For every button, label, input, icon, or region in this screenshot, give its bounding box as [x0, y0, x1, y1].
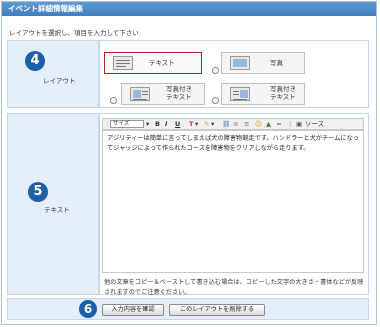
layout-option-photo-text-2[interactable]: 写真付き テキスト: [221, 83, 305, 105]
paste-warning-note: 他の文章をコピー＆ペーストして書き込む場合は、コピーした文字の大きさ・書体などが…: [104, 279, 364, 296]
smiley-icon[interactable]: ☺: [255, 120, 262, 129]
layout-label: レイアウト: [43, 77, 76, 85]
editor-toolbar: ⋮ サイズ ▾ B I U T ▾ ✎ ▾ ⛓ ⊘ ≡ ☺ ▲ ═ | ▣ ソー…: [102, 118, 364, 130]
editor-content[interactable]: アジリティーは簡単に言ってしまえば犬の障害物競走です。ハンドラーと犬がチームにな…: [107, 134, 359, 154]
panel-title: イベント詳細情報編集: [2, 2, 376, 16]
toolbar-separator: |: [289, 120, 292, 128]
highlight-color-icon[interactable]: ✎: [204, 120, 209, 129]
bold-button[interactable]: B: [155, 120, 160, 129]
layout-radio-photo-text-1[interactable]: [110, 97, 117, 104]
step-6-badge: 6: [79, 300, 97, 318]
instruction-text: レイアウトを選択し、項目を入力して下さい: [9, 29, 139, 37]
photo-text-layout-icon: [130, 87, 150, 101]
layout-option-photo-text-2-label-line2: テキスト: [270, 93, 296, 101]
font-select-dropdown[interactable]: ▾: [146, 120, 149, 129]
delete-layout-button[interactable]: このレイアウトを削除する: [169, 304, 265, 316]
text-color-dropdown-icon[interactable]: ▾: [195, 120, 198, 129]
layout-label-cell: [7, 40, 99, 108]
confirm-input-button[interactable]: 入力内容を確認: [102, 304, 164, 316]
layout-option-photo-text-1[interactable]: 写真付き テキスト: [121, 83, 205, 105]
font-size-select[interactable]: サイズ: [110, 120, 144, 128]
source-icon[interactable]: ▣: [296, 120, 302, 129]
layout-option-text-label: テキスト: [149, 59, 175, 67]
highlight-dropdown-icon[interactable]: ▾: [211, 120, 214, 129]
rich-text-editor[interactable]: アジリティーは簡単に言ってしまえば犬の障害物競走です。ハンドラーと犬がチームにな…: [102, 130, 364, 273]
italic-button[interactable]: I: [165, 120, 167, 129]
remove-format-icon[interactable]: ≡: [244, 120, 249, 129]
text-label: テキスト: [44, 206, 70, 214]
underline-button[interactable]: U: [175, 120, 180, 129]
source-button[interactable]: ソース: [305, 120, 324, 129]
unlink-icon[interactable]: ⊘: [233, 120, 238, 129]
text-photo-layout-icon: [230, 87, 250, 101]
step-5-badge: 5: [28, 182, 48, 202]
text-color-icon[interactable]: T: [189, 120, 193, 129]
layout-option-photo[interactable]: 写真: [221, 52, 305, 74]
image-icon[interactable]: ▲: [266, 120, 271, 129]
step-4-badge: 4: [25, 51, 45, 71]
layout-option-text[interactable]: テキスト: [104, 52, 202, 74]
horizontal-rule-icon[interactable]: ═: [277, 120, 281, 129]
photo-layout-icon: [230, 56, 250, 70]
layout-radio-photo-text-2[interactable]: [212, 97, 219, 104]
font-size-label: サイズ: [113, 121, 130, 127]
text-layout-icon: [113, 56, 133, 70]
layout-option-photo-text-1-label-line2: テキスト: [166, 93, 192, 101]
layout-radio-photo[interactable]: [212, 67, 219, 74]
link-icon[interactable]: ⛓: [222, 120, 230, 129]
layout-option-photo-label: 写真: [270, 59, 283, 67]
